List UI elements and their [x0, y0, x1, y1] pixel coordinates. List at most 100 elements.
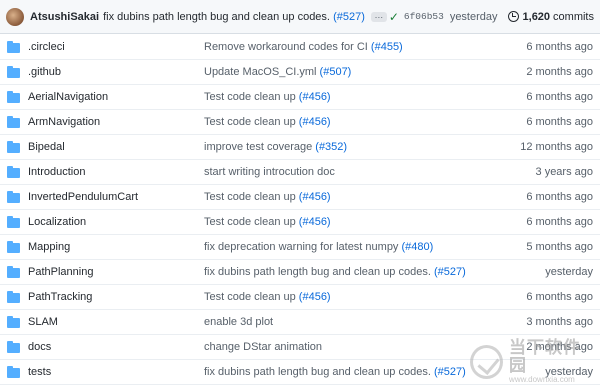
file-commit-age: yesterday — [545, 366, 593, 378]
commit-sha-link[interactable]: 6f06b53 — [404, 11, 444, 22]
folder-icon — [7, 41, 20, 53]
file-commit-message[interactable]: fix deprecation warning for latest numpy… — [204, 241, 433, 253]
file-name-link[interactable]: Mapping — [28, 241, 70, 253]
file-name-link[interactable]: Introduction — [28, 166, 85, 178]
file-commit-text[interactable]: Remove workaround codes for CI — [204, 41, 368, 53]
file-row[interactable]: AerialNavigation Test code clean up (#456… — [0, 85, 600, 110]
file-name-link[interactable]: AerialNavigation — [28, 91, 108, 103]
file-commit-pr-link[interactable]: (#455) — [371, 41, 403, 53]
file-commit-age: 3 months ago — [526, 316, 593, 328]
file-commit-message[interactable]: Test code clean up (#456) — [204, 216, 331, 228]
folder-icon — [7, 216, 20, 228]
file-commit-age: yesterday — [545, 266, 593, 278]
folder-icon — [7, 241, 20, 253]
file-commit-message[interactable]: Test code clean up (#456) — [204, 191, 331, 203]
file-commit-text[interactable]: Test code clean up — [204, 191, 296, 203]
commit-time: yesterday — [449, 10, 498, 23]
file-commit-text[interactable]: Test code clean up — [204, 116, 296, 128]
file-commit-age: 6 months ago — [526, 291, 593, 303]
file-commit-age: 2 months ago — [526, 66, 593, 78]
folder-icon — [7, 91, 20, 103]
file-name-link[interactable]: .circleci — [28, 41, 65, 53]
file-list: .circleci Remove workaround codes for CI … — [0, 35, 600, 385]
file-commit-message[interactable]: Test code clean up (#456) — [204, 116, 331, 128]
file-row[interactable]: docs change DStar animation 2 months ago — [0, 335, 600, 360]
file-commit-pr-link[interactable]: (#456) — [299, 91, 331, 103]
file-commit-text[interactable]: enable 3d plot — [204, 316, 273, 328]
folder-icon — [7, 366, 20, 378]
file-row[interactable]: PathTracking Test code clean up (#456) 6 m… — [0, 285, 600, 310]
file-commit-text[interactable]: Test code clean up — [204, 91, 296, 103]
folder-icon — [7, 266, 20, 278]
file-name-link[interactable]: Bipedal — [28, 141, 65, 153]
file-commit-pr-link[interactable]: (#527) — [434, 266, 466, 278]
file-row[interactable]: SLAM enable 3d plot 3 months ago — [0, 310, 600, 335]
folder-icon — [7, 316, 20, 328]
file-commit-text[interactable]: Update MacOS_CI.yml — [204, 66, 316, 78]
commit-meta: ✓ 6f06b53 yesterday 1,620 commits — [389, 10, 594, 24]
file-name-link[interactable]: SLAM — [28, 316, 58, 328]
file-commit-message[interactable]: Test code clean up (#456) — [204, 91, 331, 103]
folder-icon — [7, 191, 20, 203]
file-commit-pr-link[interactable]: (#456) — [299, 216, 331, 228]
file-name-link[interactable]: PathTracking — [28, 291, 92, 303]
folder-icon — [7, 341, 20, 353]
file-commit-text[interactable]: Test code clean up — [204, 216, 296, 228]
file-commit-text[interactable]: fix dubins path length bug and clean up … — [204, 366, 431, 378]
file-row[interactable]: PathPlanning fix dubins path length bug a… — [0, 260, 600, 285]
latest-commit-pr-link[interactable]: (#527) — [333, 11, 365, 23]
file-commit-pr-link[interactable]: (#480) — [402, 241, 434, 253]
file-row[interactable]: tests fix dubins path length bug and clea… — [0, 360, 600, 385]
folder-icon — [7, 116, 20, 128]
file-commit-message[interactable]: Test code clean up (#456) — [204, 291, 331, 303]
latest-commit-message[interactable]: fix dubins path length bug and clean up … — [103, 11, 365, 23]
file-name-link[interactable]: ArmNavigation — [28, 116, 100, 128]
file-commit-pr-link[interactable]: (#456) — [299, 291, 331, 303]
expand-commit-button[interactable]: … — [370, 10, 387, 22]
file-row[interactable]: .circleci Remove workaround codes for CI … — [0, 35, 600, 60]
file-row[interactable]: Introduction start writing introcution do… — [0, 160, 600, 185]
file-row[interactable]: .github Update MacOS_CI.yml (#507) 2 month… — [0, 60, 600, 85]
file-commit-text[interactable]: start writing introcution doc — [204, 166, 335, 178]
file-commit-pr-link[interactable]: (#456) — [299, 116, 331, 128]
file-commit-message[interactable]: Remove workaround codes for CI (#455) — [204, 41, 403, 53]
file-commit-age: 6 months ago — [526, 116, 593, 128]
file-name-link[interactable]: tests — [28, 366, 51, 378]
file-commit-message[interactable]: Update MacOS_CI.yml (#507) — [204, 66, 351, 78]
file-commit-text[interactable]: change DStar animation — [204, 341, 322, 353]
file-name-link[interactable]: PathPlanning — [28, 266, 93, 278]
file-commit-pr-link[interactable]: (#527) — [434, 366, 466, 378]
commits-count[interactable]: 1,620 — [523, 11, 551, 23]
file-name-link[interactable]: InvertedPendulumCart — [28, 191, 138, 203]
file-name-link[interactable]: .github — [28, 66, 61, 78]
file-commit-text[interactable]: improve test coverage — [204, 141, 312, 153]
file-commit-text[interactable]: fix dubins path length bug and clean up … — [204, 266, 431, 278]
file-row[interactable]: InvertedPendulumCart Test code clean up (… — [0, 185, 600, 210]
file-row[interactable]: Mapping fix deprecation warning for lates… — [0, 235, 600, 260]
avatar[interactable] — [6, 7, 24, 26]
file-commit-pr-link[interactable]: (#352) — [315, 141, 347, 153]
file-commit-age: 12 months ago — [520, 141, 593, 153]
file-commit-message[interactable]: start writing introcution doc — [204, 166, 335, 178]
file-commit-message[interactable]: enable 3d plot — [204, 316, 273, 328]
file-name-link[interactable]: docs — [28, 341, 51, 353]
latest-commit-text[interactable]: fix dubins path length bug and clean up … — [103, 11, 330, 23]
history-icon[interactable] — [507, 11, 519, 22]
file-commit-pr-link[interactable]: (#456) — [299, 191, 331, 203]
file-row[interactable]: ArmNavigation Test code clean up (#456) 6 … — [0, 110, 600, 135]
file-name-link[interactable]: Localization — [28, 216, 86, 228]
file-commit-message[interactable]: improve test coverage (#352) — [204, 141, 347, 153]
file-row[interactable]: Localization Test code clean up (#456) 6 m… — [0, 210, 600, 235]
commit-author-link[interactable]: AtsushiSakai — [30, 11, 99, 23]
folder-icon — [7, 166, 20, 178]
file-row[interactable]: Bipedal improve test coverage (#352) 12 mo… — [0, 135, 600, 160]
file-commit-text[interactable]: fix deprecation warning for latest numpy — [204, 241, 398, 253]
file-commit-message[interactable]: fix dubins path length bug and clean up … — [204, 366, 466, 378]
commits-label[interactable]: commits — [553, 11, 594, 23]
file-commit-message[interactable]: change DStar animation — [204, 341, 322, 353]
file-commit-message[interactable]: fix dubins path length bug and clean up … — [204, 266, 466, 278]
file-commit-pr-link[interactable]: (#507) — [320, 66, 352, 78]
check-icon[interactable]: ✓ — [389, 10, 399, 24]
file-commit-age: 6 months ago — [526, 41, 593, 53]
file-commit-text[interactable]: Test code clean up — [204, 291, 296, 303]
